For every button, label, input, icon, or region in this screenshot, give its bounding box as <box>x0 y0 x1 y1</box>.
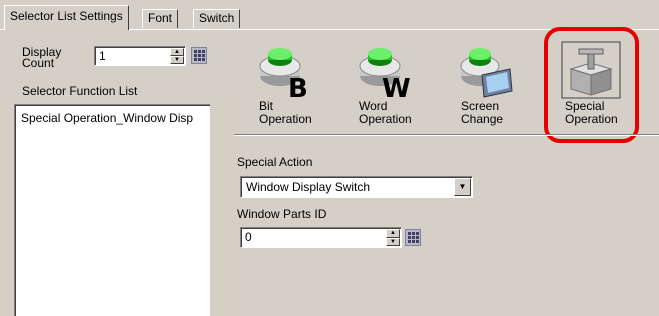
tab-switch[interactable]: Switch <box>193 9 241 28</box>
screen-change-label: Screen Change <box>461 99 504 126</box>
list-item[interactable]: Special Operation_Window Disp <box>21 111 193 125</box>
spin-up-button[interactable]: ▲ <box>386 229 400 238</box>
window-parts-id-value: 0 <box>245 230 252 244</box>
tab-selector-list-settings[interactable]: Selector List Settings <box>4 5 129 30</box>
window-parts-id-field[interactable]: 0 ▲ ▼ <box>240 227 402 248</box>
window-parts-id-keypad-icon[interactable] <box>405 229 421 246</box>
display-count-field[interactable]: 1 ▲ ▼ <box>94 46 186 66</box>
spin-down-button[interactable]: ▼ <box>386 237 400 246</box>
word-operation-icon[interactable]: W <box>356 41 416 104</box>
bit-operation-label: Bit Operation <box>259 99 312 126</box>
selector-function-list[interactable]: Special Operation_Window Disp <box>14 104 210 316</box>
separator <box>234 134 659 136</box>
display-count-keypad-icon[interactable] <box>191 47 207 64</box>
tab-bar: Selector List Settings Font Switch <box>0 0 659 30</box>
word-operation-label: Word Operation <box>359 99 412 126</box>
selector-function-list-label: Selector Function List <box>22 84 138 98</box>
spin-down-button[interactable]: ▼ <box>170 56 184 64</box>
chevron-down-icon[interactable]: ▼ <box>454 178 471 196</box>
svg-text:W: W <box>382 74 411 99</box>
highlight-outline <box>544 27 639 143</box>
display-count-spinner[interactable]: ▲ ▼ <box>170 48 184 64</box>
special-action-label: Special Action <box>237 155 313 169</box>
window-parts-id-label: Window Parts ID <box>237 207 327 221</box>
display-count-label: Display Count <box>22 45 62 70</box>
svg-text:B: B <box>288 74 308 99</box>
bit-operation-icon[interactable]: B <box>256 41 316 104</box>
display-count-value: 1 <box>99 49 106 63</box>
special-action-value: Window Display Switch <box>246 180 371 194</box>
special-action-select[interactable]: Window Display Switch ▼ <box>240 176 473 198</box>
screen-change-icon[interactable] <box>458 41 518 99</box>
window-parts-id-spinner[interactable]: ▲ ▼ <box>386 229 400 246</box>
tab-font[interactable]: Font <box>142 9 179 28</box>
spin-up-button[interactable]: ▲ <box>170 48 184 56</box>
